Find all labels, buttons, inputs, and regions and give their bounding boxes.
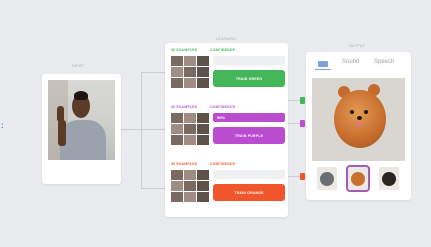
output-image	[312, 78, 405, 161]
class-orange-header: 30 EXAMPLES CONFIDENCE	[171, 162, 235, 166]
webcam-feed	[48, 80, 115, 160]
active-tab-indicator	[315, 69, 331, 70]
output-choice-orange[interactable]	[379, 167, 399, 190]
link-green	[288, 100, 300, 101]
output-connector-green	[300, 97, 305, 104]
example-thumbnails[interactable]	[171, 56, 209, 88]
train-green-button[interactable]: TRAIN GREEN	[213, 70, 285, 87]
tab-speech[interactable]: Speech	[374, 59, 394, 65]
confidence-label: CONFIDENCE	[210, 105, 236, 109]
link-orange	[288, 176, 300, 177]
class-orange: 30 EXAMPLES CONFIDENCE TRAIN ORANGE	[169, 160, 285, 215]
output-connector-orange	[300, 173, 305, 180]
class-purple: 30 EXAMPLES CONFIDENCE 99% TRAIN PURPLE	[169, 103, 285, 158]
confidence-bar: 99%	[213, 113, 285, 122]
connector-branch	[141, 72, 142, 188]
link-purple	[288, 123, 300, 124]
tab-gif[interactable]	[318, 61, 328, 67]
confidence-label: CONFIDENCE	[210, 48, 236, 52]
confidence-label: CONFIDENCE	[210, 162, 236, 166]
class-green-header: 30 EXAMPLES CONFIDENCE	[171, 48, 235, 52]
output-choices	[306, 165, 411, 195]
class-purple-header: 30 EXAMPLES CONFIDENCE	[171, 105, 235, 109]
class-green: 30 EXAMPLES CONFIDENCE TRAIN GREEN	[169, 46, 285, 101]
examples-count: 30 EXAMPLES	[171, 105, 198, 109]
tab-sound[interactable]: Sound	[342, 59, 359, 65]
input-title: INPUT	[72, 64, 84, 68]
output-choice-purple[interactable]	[346, 165, 370, 192]
examples-count: 30 EXAMPLES	[171, 162, 198, 166]
output-panel: Sound Speech	[306, 52, 411, 200]
output-title: OUTPUT	[349, 44, 366, 48]
connector-green	[141, 72, 165, 73]
output-choice-green[interactable]	[317, 167, 337, 190]
connector-orange	[141, 188, 165, 189]
examples-count: 30 EXAMPLES	[171, 48, 198, 52]
connector-input	[121, 129, 141, 130]
confidence-value: 99%	[217, 115, 226, 120]
learning-title: LEARNING	[216, 37, 237, 41]
learning-panel: 30 EXAMPLES CONFIDENCE TRAIN GREEN 30 EX…	[165, 43, 288, 217]
confidence-bar	[213, 56, 285, 65]
output-connector-purple	[300, 120, 305, 127]
input-panel	[42, 74, 121, 184]
confidence-bar	[213, 170, 285, 179]
output-tabs: Sound Speech	[306, 59, 411, 71]
train-orange-button[interactable]: TRAIN ORANGE	[213, 184, 285, 201]
train-purple-button[interactable]: TRAIN PURPLE	[213, 127, 285, 144]
connector-purple	[141, 129, 165, 130]
example-thumbnails[interactable]	[171, 113, 209, 145]
side-marker: :	[1, 121, 4, 130]
example-thumbnails[interactable]	[171, 170, 209, 202]
